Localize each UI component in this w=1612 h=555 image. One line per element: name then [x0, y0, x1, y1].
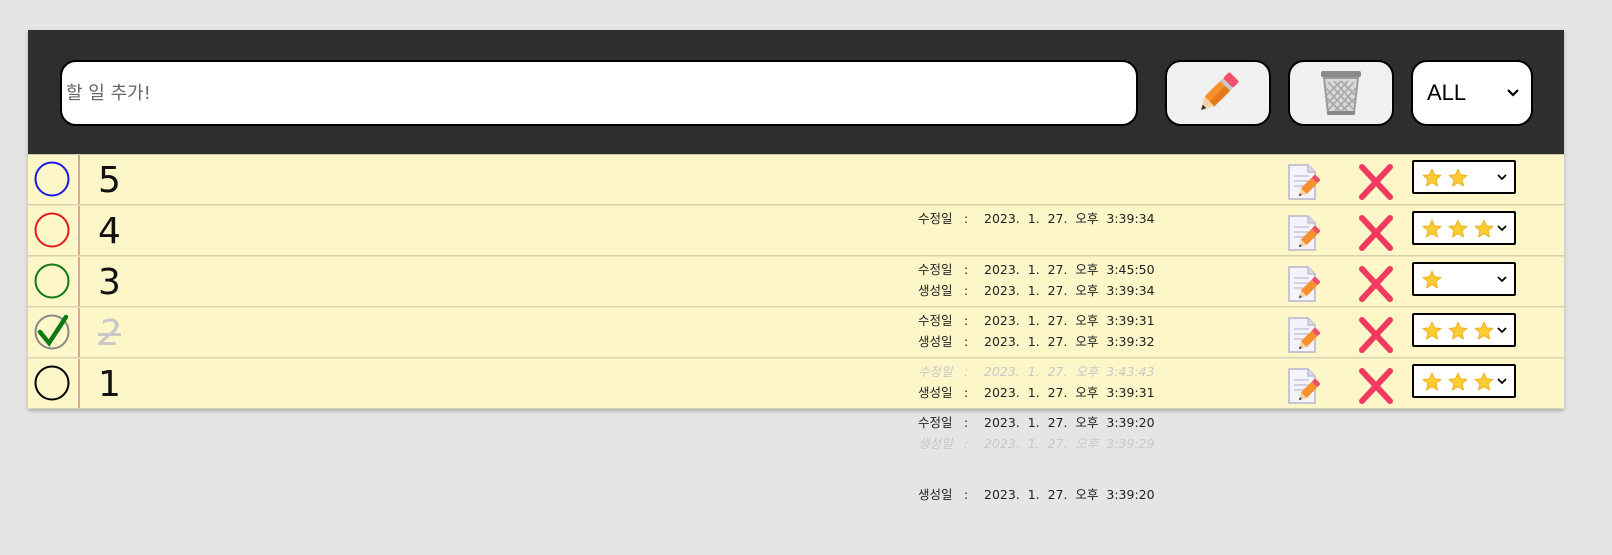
modified-line: 수정일:2023. 1. 27. 오후 3:39:20: [918, 411, 1155, 435]
delete-x-icon[interactable]: [1356, 367, 1396, 405]
star-icon: [1474, 321, 1494, 339]
created-line: 생성일:2023. 1. 27. 오후 3:39:20: [918, 483, 1155, 507]
star-icon: [1448, 168, 1468, 186]
priority-stars: [1422, 270, 1496, 289]
todo-title: 4: [98, 211, 121, 252]
star-icon: [1474, 219, 1494, 237]
edit-todo-icon[interactable]: [1286, 265, 1322, 303]
row-divider: [78, 206, 80, 255]
priority-stars: [1422, 168, 1496, 187]
priority-select[interactable]: [1412, 262, 1516, 296]
todo-input[interactable]: [60, 60, 1138, 126]
created-date: 2023. 1. 27. 오후 3:39:20: [984, 487, 1155, 502]
star-icon: [1422, 372, 1442, 390]
priority-stars: [1422, 219, 1496, 238]
check-circle[interactable]: [34, 314, 70, 350]
todo-row: 3 수정일:2023. 1. 27. 오후 3:39:31 생성일:2023. …: [28, 256, 1564, 400]
chevron-down-icon: [1497, 225, 1507, 232]
star-icon: [1422, 321, 1442, 339]
todo-title: 2: [98, 313, 121, 354]
priority-stars: [1422, 321, 1496, 340]
chevron-down-icon: [1497, 378, 1507, 385]
star-icon: [1422, 219, 1442, 237]
todo-row: 4 수정일:2023. 1. 27. 오후 3:45:50 생성일:2023. …: [28, 205, 1564, 349]
check-circle[interactable]: [34, 365, 70, 401]
trash-icon: [1321, 71, 1361, 115]
star-icon: [1448, 321, 1468, 339]
edit-todo-icon[interactable]: [1286, 367, 1322, 405]
row-divider: [78, 155, 80, 204]
row-divider: [78, 359, 80, 408]
star-icon: [1474, 372, 1494, 390]
chevron-down-icon: [1497, 174, 1507, 181]
pencil-icon: [1201, 72, 1239, 110]
created-label: 생성일: [918, 487, 953, 502]
add-todo-button[interactable]: [1165, 60, 1271, 126]
todo-list: 5 수정일:2023. 1. 27. 오후 3:39:34 생성일:2023. …: [28, 154, 1564, 502]
star-icon: [1422, 168, 1442, 186]
check-circle[interactable]: [34, 263, 70, 299]
chevron-down-icon: [1497, 276, 1507, 283]
star-icon: [1448, 219, 1468, 237]
todo-row: 1 수정일:2023. 1. 27. 오후 3:39:20 생성일:2023. …: [28, 358, 1564, 502]
todo-row: 2 수정일:2023. 1. 27. 오후 3:43:43 생성일:2023. …: [28, 307, 1564, 451]
row-divider: [78, 257, 80, 306]
todo-dates: 수정일:2023. 1. 27. 오후 3:39:20 생성일:2023. 1.…: [918, 363, 1155, 555]
todo-app: ALL 5 수정일:2023. 1. 27. 오후 3:39:34 생성일:20…: [28, 30, 1564, 502]
todo-title: 3: [98, 262, 121, 303]
edit-todo-icon[interactable]: [1286, 163, 1322, 201]
todo-title: 1: [98, 364, 121, 405]
clear-all-button[interactable]: [1288, 60, 1394, 126]
check-circle[interactable]: [34, 212, 70, 248]
priority-select[interactable]: [1412, 313, 1516, 347]
separator: :: [964, 487, 969, 502]
todo-title: 5: [98, 160, 121, 201]
priority-select[interactable]: [1412, 160, 1516, 194]
chevron-down-icon: [1497, 327, 1507, 334]
delete-x-icon[interactable]: [1356, 163, 1396, 201]
delete-x-icon[interactable]: [1356, 214, 1396, 252]
priority-select[interactable]: [1412, 364, 1516, 398]
modified-label: 수정일: [918, 415, 953, 430]
filter-value: ALL: [1427, 80, 1467, 105]
priority-stars: [1422, 372, 1496, 391]
row-divider: [78, 308, 80, 357]
delete-x-icon[interactable]: [1356, 265, 1396, 303]
edit-todo-icon[interactable]: [1286, 316, 1322, 354]
star-icon: [1422, 270, 1442, 288]
delete-x-icon[interactable]: [1356, 316, 1396, 354]
todo-row: 5 수정일:2023. 1. 27. 오후 3:39:34 생성일:2023. …: [28, 154, 1564, 298]
separator: :: [964, 415, 969, 430]
header-bar: ALL: [28, 30, 1564, 154]
star-icon: [1448, 372, 1468, 390]
edit-todo-icon[interactable]: [1286, 214, 1322, 252]
check-circle[interactable]: [34, 161, 70, 197]
modified-date: 2023. 1. 27. 오후 3:39:20: [984, 415, 1155, 430]
priority-select[interactable]: [1412, 211, 1516, 245]
chevron-down-icon: [1507, 89, 1519, 97]
filter-select[interactable]: ALL: [1411, 60, 1533, 126]
